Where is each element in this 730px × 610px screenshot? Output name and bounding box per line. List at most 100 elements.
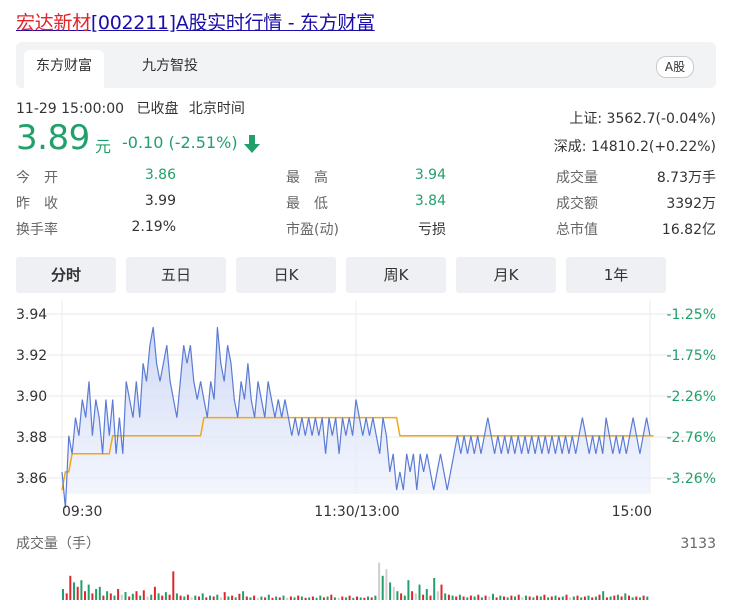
price-unit: 元 <box>95 137 112 156</box>
volume-bar <box>113 595 116 600</box>
volume-bar <box>447 594 450 600</box>
volume-bar <box>194 595 197 600</box>
volume-bar <box>506 597 509 600</box>
timezone-label: 北京时间 <box>188 101 245 117</box>
volume-bar <box>525 595 527 600</box>
period-5day[interactable]: 五日 <box>126 257 226 293</box>
volume-bar <box>157 593 160 600</box>
volume-bar <box>212 596 215 600</box>
volume-bar <box>411 591 414 600</box>
volume-bar <box>223 592 226 600</box>
stock-name[interactable]: 宏达新材 <box>16 12 91 34</box>
volume-bar <box>469 595 472 600</box>
pe-value: 亏损 <box>418 222 446 238</box>
volume-bar <box>616 594 619 600</box>
time-tick: 11:30/13:00 <box>314 504 399 520</box>
volume-bar <box>304 597 307 600</box>
low-value: 3.84 <box>414 193 446 209</box>
price-tick: 3.88 <box>16 430 47 446</box>
volume-bar <box>139 595 142 600</box>
volume-bar <box>488 596 491 600</box>
volume-bar <box>462 596 465 600</box>
turnover-rate-value: 2.19% <box>131 219 176 235</box>
volume-bar <box>168 594 171 600</box>
volume-bar <box>150 594 153 600</box>
volume-bar <box>205 597 208 600</box>
high-value: 3.94 <box>414 167 446 183</box>
market-status: 已收盘 <box>136 101 179 117</box>
volume-bar <box>594 596 597 600</box>
volume-bar <box>539 596 542 600</box>
intraday-chart[interactable]: 3.94 3.92 3.90 3.88 3.86 -1.25% -1.75% -… <box>0 300 730 610</box>
volume-bar <box>572 596 575 600</box>
volume-bar <box>311 596 314 600</box>
volume-bar <box>348 595 351 600</box>
open-label: 今 开 <box>16 170 58 186</box>
volume-bar <box>436 591 439 600</box>
volume-bar <box>381 575 384 600</box>
volume-bar <box>164 592 167 600</box>
volume-bar <box>642 595 645 600</box>
volume-bar <box>352 597 355 600</box>
volume-bar <box>95 589 98 600</box>
volume-bar <box>425 589 428 600</box>
period-1year[interactable]: 1年 <box>566 257 666 293</box>
pct-tick: -1.25% <box>666 307 716 323</box>
tab-eastmoney[interactable]: 东方财富 <box>24 50 104 88</box>
volume-bar <box>492 593 494 600</box>
page-title[interactable]: 宏达新材[002211]A股实时行情 - 东方财富 <box>16 8 375 35</box>
price-tick: 3.90 <box>16 389 47 405</box>
volume-bar <box>477 594 480 600</box>
volume-bar <box>102 595 105 600</box>
volume-bar <box>300 596 303 600</box>
period-monthly-k[interactable]: 月K <box>456 257 556 293</box>
volume-bar <box>550 596 553 600</box>
sh-index[interactable]: 上证: 3562.7(-0.04%) <box>569 108 716 128</box>
time-tick: 09:30 <box>62 504 102 520</box>
volume-bar <box>624 593 627 600</box>
source-tab-bar: 东方财富 九方智投 A股 <box>16 42 716 88</box>
volume-bar <box>646 596 649 600</box>
volume-bar <box>260 596 263 600</box>
sz-index[interactable]: 深成: 14810.2(+0.22%) <box>554 136 716 156</box>
volume-bar <box>422 594 425 600</box>
volume-bar <box>282 595 285 600</box>
volume-bar <box>407 580 410 600</box>
volume-bar <box>62 589 64 600</box>
period-daily-k[interactable]: 日K <box>236 257 336 293</box>
volume-bar <box>517 594 520 600</box>
volume-bar <box>91 593 94 600</box>
volume-bar <box>455 596 458 600</box>
volume-bar <box>227 596 230 600</box>
volume-bar <box>532 597 535 600</box>
volume-bar <box>561 596 564 600</box>
volume-bar <box>249 597 252 600</box>
volume-bar <box>245 596 248 600</box>
volume-bar <box>433 578 436 600</box>
volume-bar <box>480 597 483 600</box>
volume-bar <box>234 597 237 600</box>
volume-bar <box>418 584 421 600</box>
title-rest[interactable]: [002211]A股实时行情 - 东方财富 <box>91 12 375 34</box>
volume-bar <box>87 584 90 600</box>
volume-bar <box>473 596 476 600</box>
volume-bar <box>359 597 362 600</box>
volume-bar <box>609 596 612 600</box>
volume-bar <box>378 562 381 600</box>
volume-bar <box>216 594 219 600</box>
tab-jiufang[interactable]: 九方智投 <box>130 50 210 82</box>
period-intraday[interactable]: 分时 <box>16 257 116 293</box>
volume-bar <box>429 595 432 600</box>
volume-bar <box>142 590 145 600</box>
volume-bar <box>275 596 278 600</box>
volume-bar <box>146 596 149 600</box>
market-badge[interactable]: A股 <box>656 56 694 78</box>
pct-axis: -1.25% -1.75% -2.26% -2.76% -3.26% <box>666 307 716 487</box>
price-tick: 3.94 <box>16 307 47 323</box>
volume-bar <box>510 595 513 600</box>
period-weekly-k[interactable]: 周K <box>346 257 446 293</box>
volume-bar <box>554 595 557 600</box>
volume-bar <box>186 594 189 600</box>
volume-bar <box>558 597 561 600</box>
volume-bar <box>256 597 259 600</box>
